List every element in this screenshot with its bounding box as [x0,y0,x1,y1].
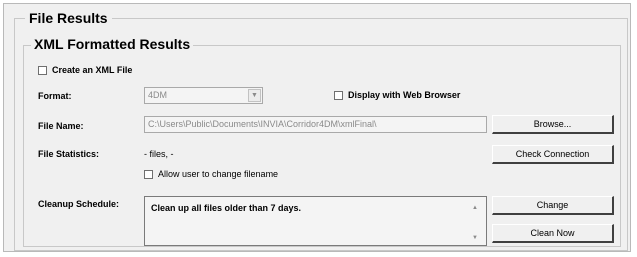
clean-now-button[interactable]: Clean Now [492,224,614,243]
cleanup-schedule-text: Clean up all files older than 7 days. [151,203,302,213]
file-statistics-value: - files, - [144,149,174,159]
cleanup-schedule-label: Cleanup Schedule: [38,199,120,209]
file-name-value: C:\Users\Public\Documents\INVIA\Corridor… [148,119,377,129]
display-browser-checkbox[interactable] [334,91,343,100]
change-button[interactable]: Change [492,196,614,215]
scroll-down-icon[interactable]: ▼ [472,235,478,241]
format-label: Format: [38,91,72,101]
allow-change-checkbox[interactable] [144,170,153,179]
file-name-label: File Name: [38,121,84,131]
file-statistics-label: File Statistics: [38,149,100,159]
xml-results-title: XML Formatted Results [31,36,194,52]
display-browser-label: Display with Web Browser [348,90,461,100]
file-name-field[interactable]: C:\Users\Public\Documents\INVIA\Corridor… [144,116,487,133]
check-connection-button[interactable]: Check Connection [492,145,614,164]
file-results-title: File Results [25,10,112,26]
cleanup-schedule-textbox[interactable]: Clean up all files older than 7 days. ▲ … [144,196,487,246]
scroll-up-icon[interactable]: ▲ [472,205,478,211]
browse-button[interactable]: Browse... [492,115,614,134]
chevron-down-icon[interactable]: ▼ [248,89,261,102]
file-results-panel: File Results XML Formatted Results Creat… [3,3,631,252]
allow-change-label: Allow user to change filename [158,169,279,179]
format-value: 4DM [148,90,168,100]
format-dropdown[interactable]: 4DM ▼ [144,87,263,104]
create-xml-label: Create an XML File [52,65,133,75]
create-xml-checkbox[interactable] [38,66,47,75]
